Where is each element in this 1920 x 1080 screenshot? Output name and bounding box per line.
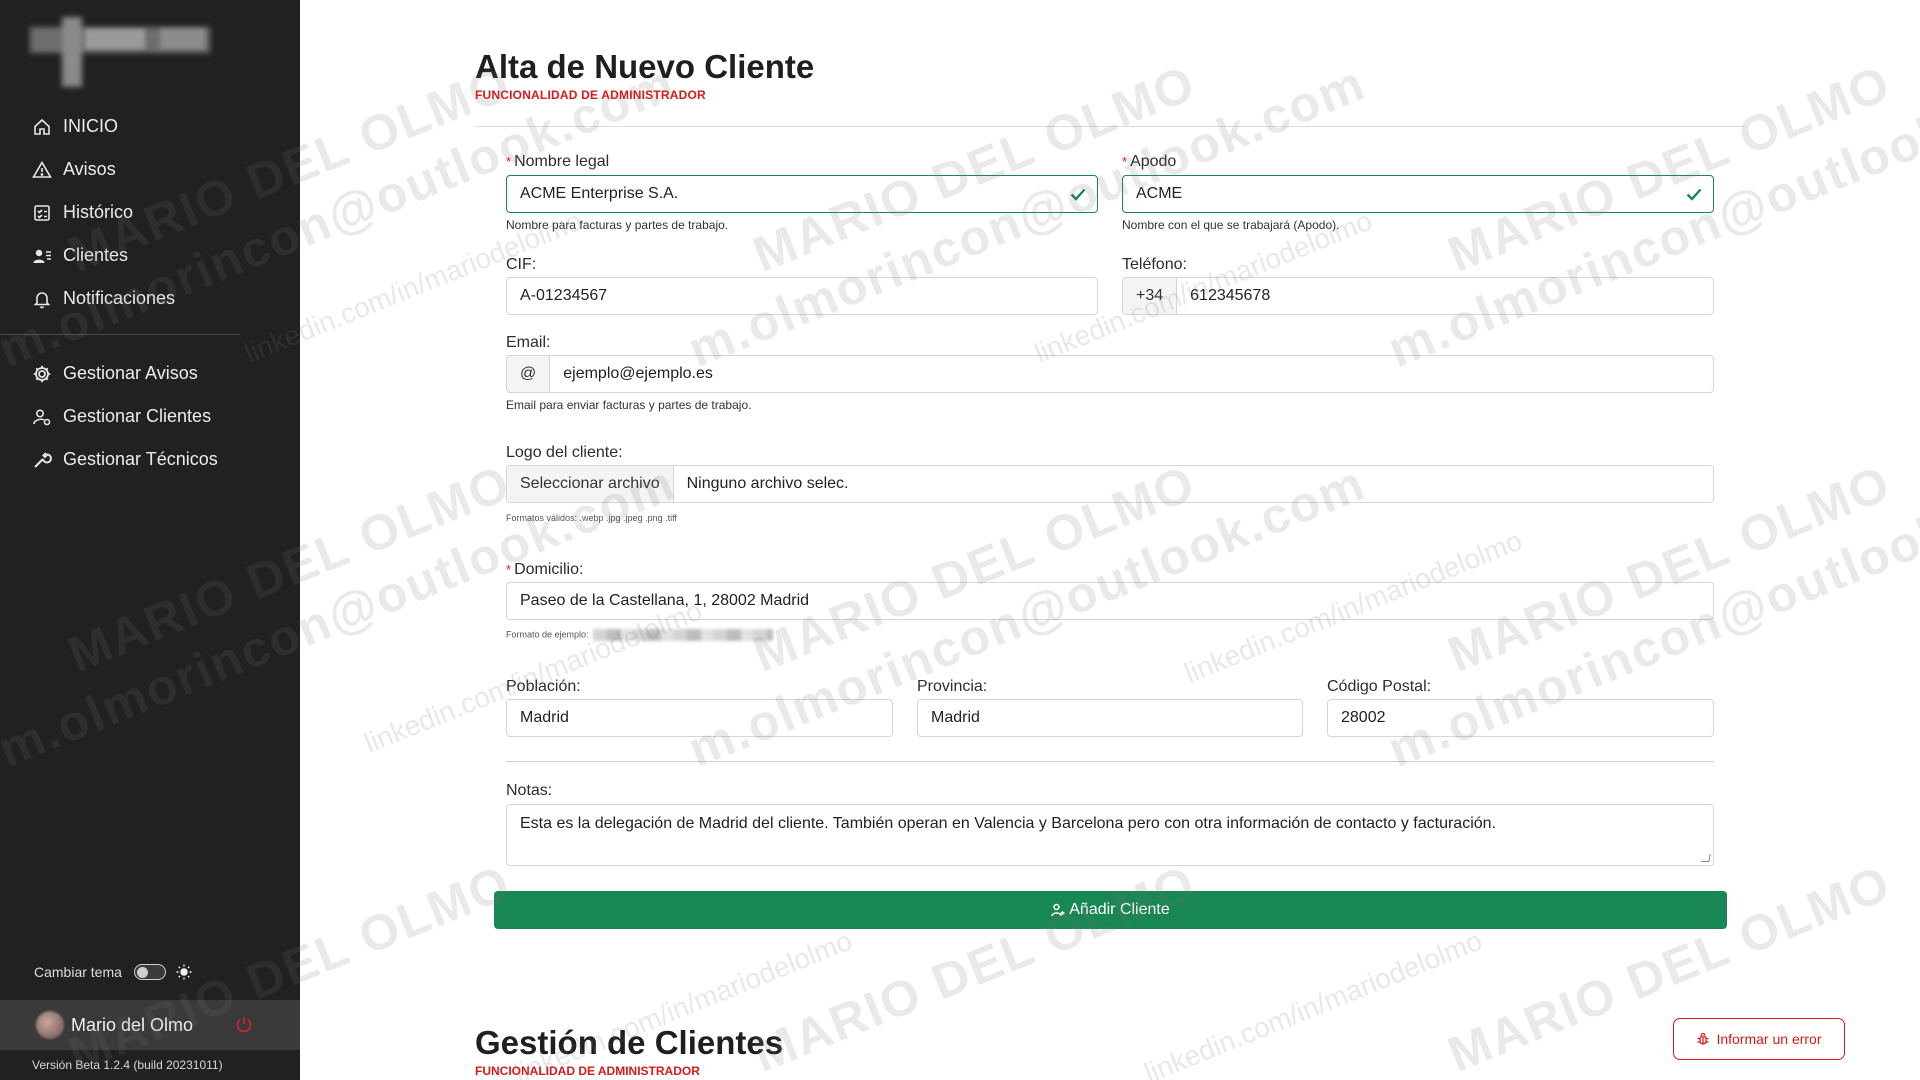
nav-item-label: INICIO (63, 116, 119, 136)
home-icon (32, 117, 52, 137)
telefono-label: Teléfono: (1122, 256, 1187, 273)
email-label: Email: (506, 334, 551, 351)
resize-handle[interactable] (1701, 854, 1711, 862)
required-mark: * (506, 562, 512, 577)
input-value: ejemplo@ejemplo.es (563, 365, 713, 382)
nav-item-label: Gestionar Clientes (63, 406, 212, 426)
nav-item-label: Gestionar Avisos (63, 363, 198, 383)
user-bar: Mario del Olmo (0, 1000, 300, 1050)
theme-switcher: Cambiar tema (34, 964, 192, 980)
notas-label: Notas: (506, 782, 553, 799)
redacted-text (592, 629, 773, 641)
notas-textarea[interactable]: Esta es la delegación de Madrid del clie… (506, 804, 1714, 866)
input-value: ACME (1136, 185, 1183, 202)
cif-label: CIF: (506, 256, 537, 273)
nav-divider (0, 334, 240, 335)
nav-item-notificaciones[interactable]: Notificaciones (0, 277, 300, 320)
provincia-input[interactable]: Madrid (917, 699, 1303, 737)
main-nav: INICIO Avisos Histórico Clientes Notific… (0, 105, 300, 320)
nav-item-label: Avisos (63, 159, 116, 179)
input-value: A-01234567 (520, 287, 608, 304)
nombre-legal-input[interactable]: ACME Enterprise S.A. (506, 175, 1098, 213)
sidebar: INICIO Avisos Histórico Clientes Notific… (0, 0, 300, 1080)
user-gear-icon (32, 407, 52, 427)
input-value: 612345678 (1190, 287, 1271, 304)
check-icon (1070, 188, 1086, 201)
nav-item-clientes[interactable]: Clientes (0, 234, 300, 277)
theme-toggle[interactable] (133, 964, 166, 980)
nombre-label: * Nombre legal (506, 153, 610, 170)
wrench-icon (32, 450, 52, 470)
domicilio-label: * Domicilio: (506, 561, 584, 578)
add-client-button[interactable]: Añadir Cliente (494, 891, 1727, 929)
input-value: Paseo de la Castellana, 1, 28002 Madrid (520, 592, 810, 609)
nav-item-avisos[interactable]: Avisos (0, 148, 300, 191)
input-value: Madrid (520, 709, 569, 726)
email-input[interactable]: @ ejemplo@ejemplo.es (506, 355, 1714, 393)
apodo-input[interactable]: ACME (1122, 175, 1714, 213)
page-title: Alta de Nuevo Cliente (475, 48, 815, 85)
cp-label: Código Postal: (1327, 678, 1432, 695)
input-value: ACME Enterprise S.A. (520, 185, 679, 202)
logo-file-input[interactable]: Seleccionar archivo Ninguno archivo sele… (506, 465, 1714, 503)
apodo-help: Nombre con el que se trabajará (Apodo). (1122, 218, 1340, 232)
user-add-icon (1051, 903, 1065, 917)
sun-icon (176, 964, 192, 980)
warning-icon (32, 160, 52, 180)
cif-input[interactable]: A-01234567 (506, 277, 1098, 315)
app-logo[interactable] (30, 17, 210, 87)
required-mark: * (1122, 154, 1128, 169)
button-label: Añadir Cliente (1069, 901, 1170, 918)
email-prefix: @ (507, 356, 551, 392)
section-title: Gestión de Clientes (475, 1024, 784, 1061)
version-text: Versión Beta 1.2.4 (build 20231011) (32, 1058, 223, 1072)
nav-item-label: Notificaciones (63, 288, 176, 308)
textarea-value: Esta es la delegación de Madrid del clie… (520, 815, 1496, 832)
nav-item-label: Gestionar Técnicos (63, 449, 218, 469)
button-label: Informar un error (1716, 1031, 1822, 1047)
nav-item-gestionar-clientes[interactable]: Gestionar Clientes (0, 395, 300, 438)
user-name: Mario del Olmo (71, 1014, 194, 1035)
avatar[interactable] (36, 1011, 64, 1039)
theme-label: Cambiar tema (34, 964, 122, 980)
domicilio-help: Formato de ejemplo: (506, 629, 773, 641)
check-icon (1686, 188, 1702, 201)
apodo-label: * Apodo (1122, 153, 1177, 170)
required-mark: * (506, 154, 512, 169)
admin-nav: Gestionar Avisos Gestionar Clientes Gest… (0, 352, 300, 481)
bug-icon (1697, 1032, 1709, 1045)
input-value: 28002 (1341, 709, 1386, 726)
section-subtitle: FUNCIONALIDAD DE ADMINISTRADOR (475, 1064, 700, 1078)
logo-help: Formatos válidos: .webp .jpg .jpeg .png … (506, 513, 677, 523)
power-icon[interactable] (234, 1015, 254, 1035)
logo-label: Logo del cliente: (506, 444, 623, 461)
poblacion-label: Población: (506, 678, 581, 695)
report-error-button[interactable]: Informar un error (1673, 1018, 1845, 1060)
nav-item-historico[interactable]: Histórico (0, 191, 300, 234)
codigo-postal-input[interactable]: 28002 (1327, 699, 1714, 737)
nav-item-gestionar-avisos[interactable]: Gestionar Avisos (0, 352, 300, 395)
page-subtitle: FUNCIONALIDAD DE ADMINISTRADOR (475, 88, 706, 102)
checklist-icon (32, 203, 52, 223)
divider (475, 126, 1745, 127)
nav-item-label: Histórico (63, 202, 134, 222)
users-icon (32, 246, 52, 266)
bell-icon (32, 289, 52, 309)
nav-item-inicio[interactable]: INICIO (0, 105, 300, 148)
domicilio-input[interactable]: Paseo de la Castellana, 1, 28002 Madrid (506, 582, 1714, 620)
provincia-label: Provincia: (917, 678, 988, 695)
nav-item-label: Clientes (63, 245, 129, 265)
select-file-button[interactable]: Seleccionar archivo (507, 466, 674, 502)
poblacion-input[interactable]: Madrid (506, 699, 893, 737)
gear-icon (32, 364, 52, 384)
email-help: Email para enviar facturas y partes de t… (506, 398, 752, 412)
file-name: Ninguno archivo selec. (686, 475, 849, 492)
nav-item-gestionar-tecnicos[interactable]: Gestionar Técnicos (0, 438, 300, 481)
telefono-input[interactable]: +34 612345678 (1122, 277, 1714, 315)
input-value: Madrid (931, 709, 980, 726)
nombre-help: Nombre para facturas y partes de trabajo… (506, 218, 729, 232)
telefono-prefix: +34 (1123, 278, 1178, 314)
divider (506, 761, 1714, 762)
